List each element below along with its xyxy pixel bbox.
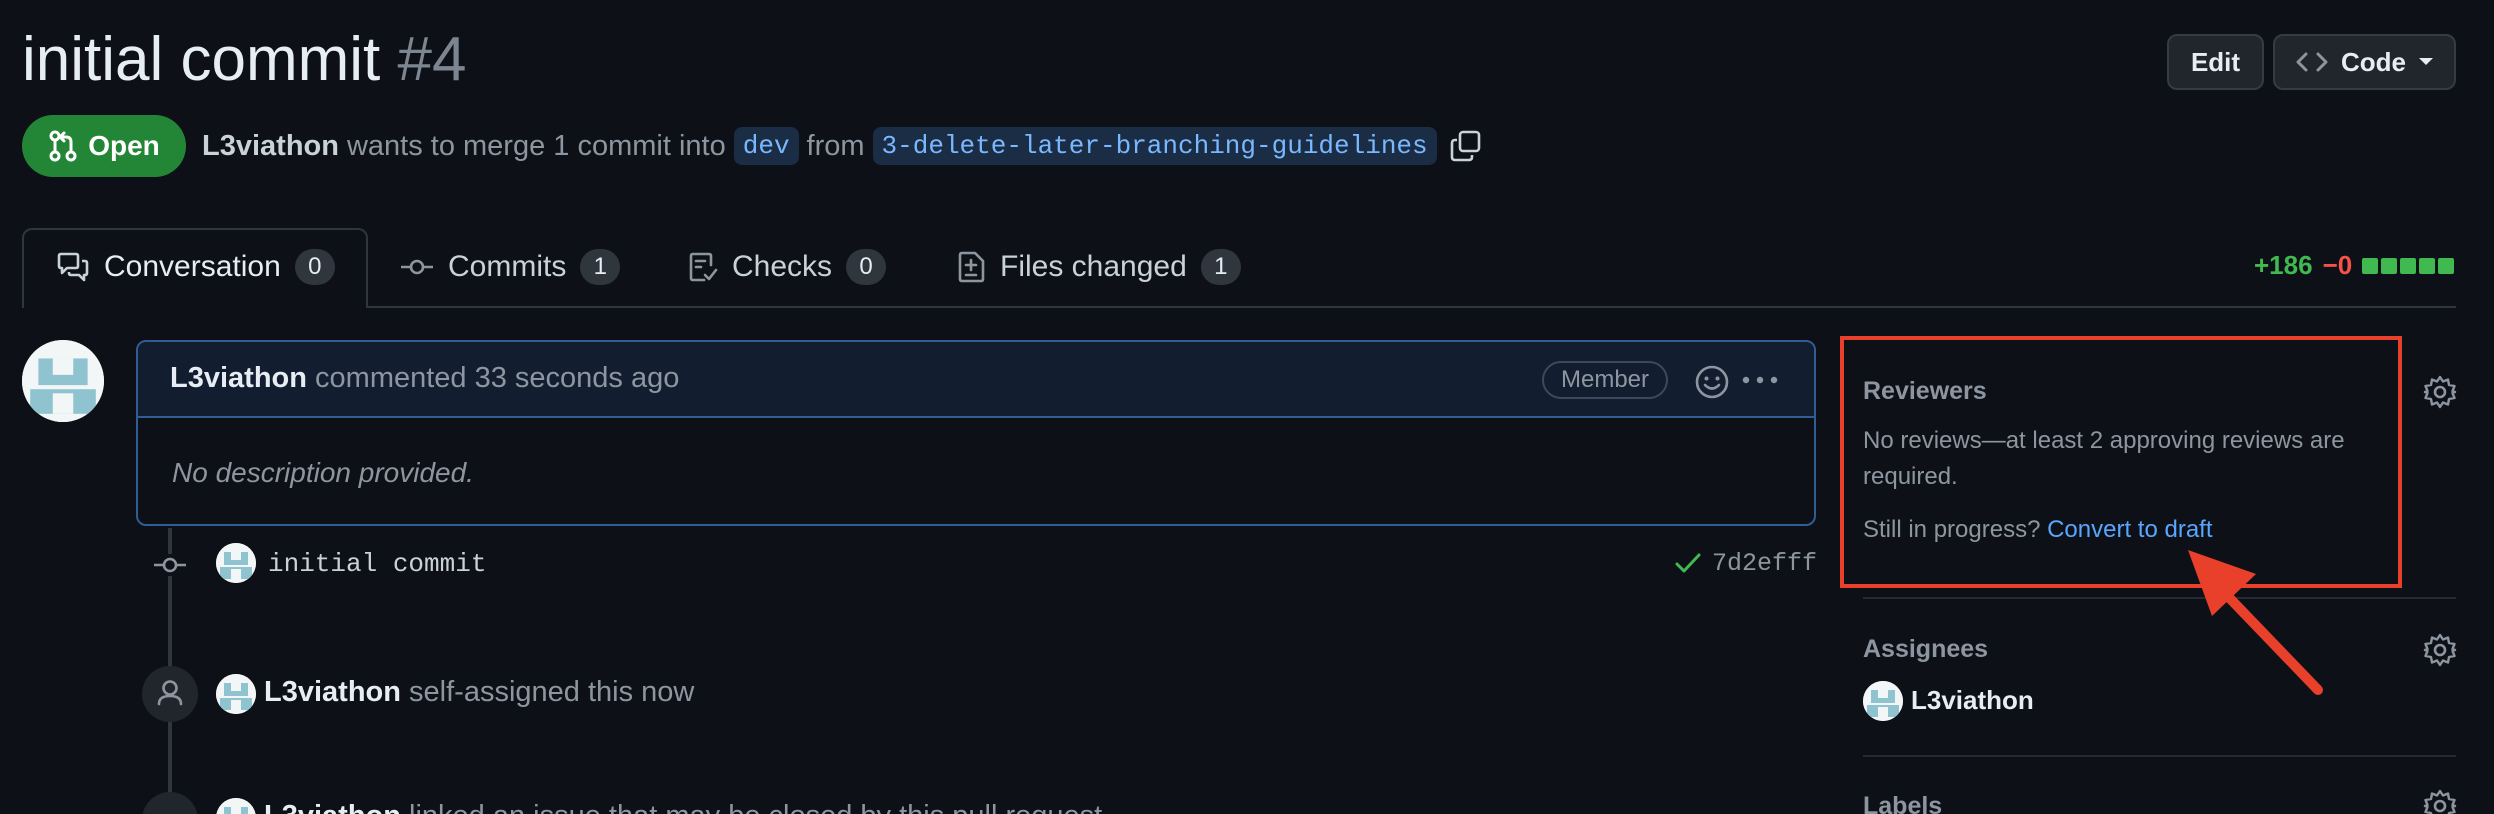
comment-card: L3viathon commented 33 seconds ago Membe…	[136, 340, 1816, 526]
smiley-icon[interactable]	[1694, 364, 1730, 400]
tab-commits[interactable]: Commits 1	[400, 228, 621, 306]
tabs-divider	[22, 306, 2456, 308]
diffstat-bar	[2362, 257, 2457, 274]
git-pull-request-icon	[49, 130, 77, 162]
edit-button[interactable]: Edit	[2167, 34, 2264, 90]
comment-discussion-icon	[57, 252, 89, 282]
person-icon	[157, 680, 183, 706]
comment-header: L3viathon commented 33 seconds ago Membe…	[138, 342, 1814, 418]
tab-conversation-count: 0	[294, 249, 335, 285]
commit-author-avatar[interactable]	[216, 543, 256, 583]
tab-checks[interactable]: Checks 0	[688, 228, 887, 306]
kebab-horizontal-icon[interactable]	[1740, 370, 1780, 390]
pr-number: #4	[397, 25, 467, 94]
tab-files-changed-count: 1	[1200, 249, 1241, 285]
timeline-event-linked: L3viathon linked an issue that may be cl…	[264, 800, 1102, 814]
timeline-event: L3viathon self-assigned this now	[264, 676, 694, 709]
comment-author-link[interactable]: L3viathon	[170, 362, 307, 394]
event2-author-avatar[interactable]	[216, 798, 256, 814]
sidebar-divider	[1863, 755, 2456, 757]
event2-description: linked an issue that may be closed by th…	[409, 800, 1102, 814]
copy-icon[interactable]	[1449, 129, 1483, 163]
code-icon	[2296, 52, 2328, 72]
pr-state-label: Open	[88, 130, 160, 161]
pr-title: initial commit #4	[22, 22, 467, 98]
comment-author-avatar[interactable]	[22, 340, 104, 422]
merge-summary: L3viathon wants to merge 1 commit into d…	[202, 124, 1483, 168]
labels-heading: Labels	[1863, 792, 1943, 814]
git-commit-icon	[154, 554, 186, 576]
event-description: self-assigned this now	[409, 676, 695, 708]
event-author-avatar[interactable]	[216, 674, 256, 714]
tab-checks-label: Checks	[732, 250, 833, 283]
event-author-link[interactable]: L3viathon	[264, 676, 401, 708]
annotation-arrow-icon	[2188, 550, 2323, 695]
labels-gear-icon[interactable]	[2422, 788, 2458, 814]
merge-text: wants to merge 1 commit into	[346, 129, 726, 162]
member-badge: Member	[1542, 361, 1668, 399]
assignee-link[interactable]: L3viathon	[1911, 685, 2034, 716]
commit-sha-link[interactable]: 7d2efff	[1712, 549, 1817, 578]
tab-files-changed-label: Files changed	[1000, 250, 1187, 283]
event-badge	[142, 666, 198, 722]
code-button[interactable]: Code	[2273, 34, 2456, 90]
code-button-label: Code	[2341, 46, 2406, 77]
member-badge-label: Member	[1560, 366, 1650, 393]
tab-files-changed[interactable]: Files changed 1	[958, 228, 1241, 306]
check-icon	[1675, 553, 1701, 573]
head-branch[interactable]: 3-delete-later-branching-guidelines	[872, 127, 1437, 165]
assignees-heading: Assignees	[1863, 635, 1989, 663]
diffstat: +186 −0	[2254, 250, 2457, 281]
event2-author-link[interactable]: L3viathon	[264, 800, 401, 814]
edit-button-label: Edit	[2190, 46, 2241, 77]
event-badge-linked	[142, 792, 198, 814]
comment-body: No description provided.	[172, 457, 474, 488]
diff-additions: +186	[2254, 250, 2313, 280]
reviewers-gear-icon[interactable]	[2422, 374, 2458, 410]
tab-commits-label: Commits	[448, 250, 567, 283]
diff-deletions: −0	[2322, 250, 2353, 280]
sidebar-divider	[1863, 597, 2456, 599]
pr-author-link[interactable]: L3viathon	[202, 130, 339, 163]
file-diff-icon	[958, 251, 985, 283]
from-text: from	[806, 129, 865, 162]
tab-checks-count: 0	[846, 249, 887, 285]
assignees-gear-icon[interactable]	[2422, 632, 2458, 668]
checklist-icon	[689, 252, 718, 282]
tab-conversation[interactable]: Conversation 0	[56, 228, 335, 306]
comment-meta: L3viathon commented 33 seconds ago	[170, 362, 679, 395]
git-commit-icon	[401, 259, 433, 275]
tab-commits-count: 1	[580, 249, 621, 285]
commit-message[interactable]: initial commit	[268, 549, 486, 579]
chevron-down-icon	[2419, 58, 2433, 65]
comment-action[interactable]: commented 33 seconds ago	[315, 362, 679, 394]
assignee-avatar[interactable]	[1863, 681, 1903, 721]
pr-title-text: initial commit	[22, 25, 381, 94]
pr-state-badge: Open	[22, 115, 186, 177]
tab-conversation-label: Conversation	[104, 250, 281, 283]
base-branch[interactable]: dev	[733, 127, 799, 165]
